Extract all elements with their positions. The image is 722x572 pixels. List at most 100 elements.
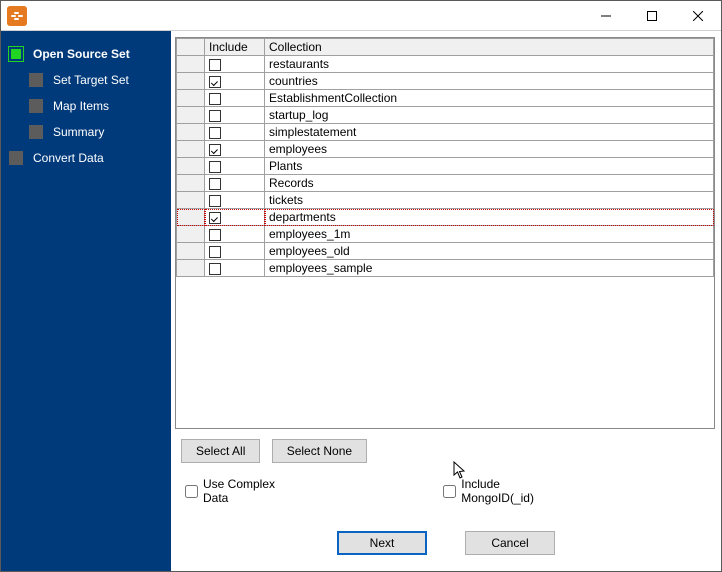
collection-cell[interactable]: simplestatement	[265, 124, 714, 141]
minimize-button[interactable]	[583, 1, 629, 31]
table-row[interactable]: employees	[177, 141, 714, 158]
collection-cell[interactable]: Plants	[265, 158, 714, 175]
table-row[interactable]: restaurants	[177, 56, 714, 73]
collection-cell[interactable]: startup_log	[265, 107, 714, 124]
include-checkbox[interactable]	[209, 178, 221, 190]
include-cell[interactable]	[205, 209, 265, 226]
step-map-items[interactable]: Map Items	[1, 93, 171, 119]
row-header[interactable]	[177, 141, 205, 158]
select-none-button[interactable]: Select None	[272, 439, 367, 463]
include-checkbox[interactable]	[209, 76, 221, 88]
collection-header[interactable]: Collection	[265, 39, 714, 56]
include-checkbox[interactable]	[209, 161, 221, 173]
step-label: Open Source Set	[33, 47, 130, 61]
include-cell[interactable]	[205, 124, 265, 141]
include-checkbox[interactable]	[209, 127, 221, 139]
next-button[interactable]: Next	[337, 531, 427, 555]
app-icon	[7, 6, 27, 26]
row-header[interactable]	[177, 192, 205, 209]
include-header[interactable]: Include	[205, 39, 265, 56]
step-convert-data[interactable]: Convert Data	[1, 145, 171, 171]
wizard-sidebar: Open Source Set Set Target Set Map Items…	[1, 31, 171, 571]
include-checkbox[interactable]	[209, 144, 221, 156]
include-mongoid-checkbox[interactable]	[443, 485, 456, 498]
footer-buttons: Next Cancel	[171, 521, 721, 571]
use-complex-data-option[interactable]: Use Complex Data	[181, 477, 299, 505]
collection-cell[interactable]: employees	[265, 141, 714, 158]
include-cell[interactable]	[205, 73, 265, 90]
table-row[interactable]: countries	[177, 73, 714, 90]
table-row[interactable]: departments	[177, 209, 714, 226]
include-checkbox[interactable]	[209, 212, 221, 224]
corner-header	[177, 39, 205, 56]
row-header[interactable]	[177, 124, 205, 141]
row-header[interactable]	[177, 73, 205, 90]
step-label: Summary	[53, 125, 104, 139]
collection-cell[interactable]: employees_1m	[265, 226, 714, 243]
include-checkbox[interactable]	[209, 246, 221, 258]
include-cell[interactable]	[205, 260, 265, 277]
table-row[interactable]: employees_old	[177, 243, 714, 260]
include-cell[interactable]	[205, 226, 265, 243]
table-row[interactable]: employees_sample	[177, 260, 714, 277]
close-button[interactable]	[675, 1, 721, 31]
collection-cell[interactable]: tickets	[265, 192, 714, 209]
include-cell[interactable]	[205, 175, 265, 192]
row-header[interactable]	[177, 243, 205, 260]
row-header[interactable]	[177, 107, 205, 124]
include-mongoid-label: Include MongoID(_id)	[461, 477, 571, 505]
include-checkbox[interactable]	[209, 110, 221, 122]
include-cell[interactable]	[205, 141, 265, 158]
include-checkbox[interactable]	[209, 229, 221, 241]
include-cell[interactable]	[205, 192, 265, 209]
row-header[interactable]	[177, 260, 205, 277]
select-all-button[interactable]: Select All	[181, 439, 260, 463]
step-open-source-set[interactable]: Open Source Set	[1, 41, 171, 67]
row-header[interactable]	[177, 226, 205, 243]
maximize-button[interactable]	[629, 1, 675, 31]
step-marker-icon	[9, 47, 23, 61]
step-marker-icon	[9, 151, 23, 165]
collection-cell[interactable]: restaurants	[265, 56, 714, 73]
step-label: Set Target Set	[53, 73, 129, 87]
collection-cell[interactable]: countries	[265, 73, 714, 90]
step-set-target-set[interactable]: Set Target Set	[1, 67, 171, 93]
row-header[interactable]	[177, 90, 205, 107]
collection-cell[interactable]: employees_sample	[265, 260, 714, 277]
table-row[interactable]: startup_log	[177, 107, 714, 124]
include-cell[interactable]	[205, 243, 265, 260]
step-label: Map Items	[53, 99, 109, 113]
collection-cell[interactable]: employees_old	[265, 243, 714, 260]
use-complex-data-label: Use Complex Data	[203, 477, 299, 505]
include-checkbox[interactable]	[209, 195, 221, 207]
include-checkbox[interactable]	[209, 93, 221, 105]
table-row[interactable]: employees_1m	[177, 226, 714, 243]
table-row[interactable]: Plants	[177, 158, 714, 175]
row-header[interactable]	[177, 56, 205, 73]
collection-cell[interactable]: Records	[265, 175, 714, 192]
collection-table: Include Collection restaurantscountriesE…	[176, 38, 714, 277]
include-cell[interactable]	[205, 90, 265, 107]
step-marker-icon	[29, 99, 43, 113]
include-mongoid-option[interactable]: Include MongoID(_id)	[439, 477, 571, 505]
include-checkbox[interactable]	[209, 59, 221, 71]
row-header[interactable]	[177, 158, 205, 175]
collection-cell[interactable]: departments	[265, 209, 714, 226]
wizard-window: Open Source Set Set Target Set Map Items…	[0, 0, 722, 572]
collection-cell[interactable]: EstablishmentCollection	[265, 90, 714, 107]
step-summary[interactable]: Summary	[1, 119, 171, 145]
table-row[interactable]: Records	[177, 175, 714, 192]
table-row[interactable]: tickets	[177, 192, 714, 209]
step-marker-icon	[29, 73, 43, 87]
row-header[interactable]	[177, 209, 205, 226]
include-cell[interactable]	[205, 56, 265, 73]
cancel-button[interactable]: Cancel	[465, 531, 555, 555]
include-cell[interactable]	[205, 158, 265, 175]
table-row[interactable]: simplestatement	[177, 124, 714, 141]
titlebar	[1, 1, 721, 31]
use-complex-data-checkbox[interactable]	[185, 485, 198, 498]
table-row[interactable]: EstablishmentCollection	[177, 90, 714, 107]
include-checkbox[interactable]	[209, 263, 221, 275]
include-cell[interactable]	[205, 107, 265, 124]
row-header[interactable]	[177, 175, 205, 192]
